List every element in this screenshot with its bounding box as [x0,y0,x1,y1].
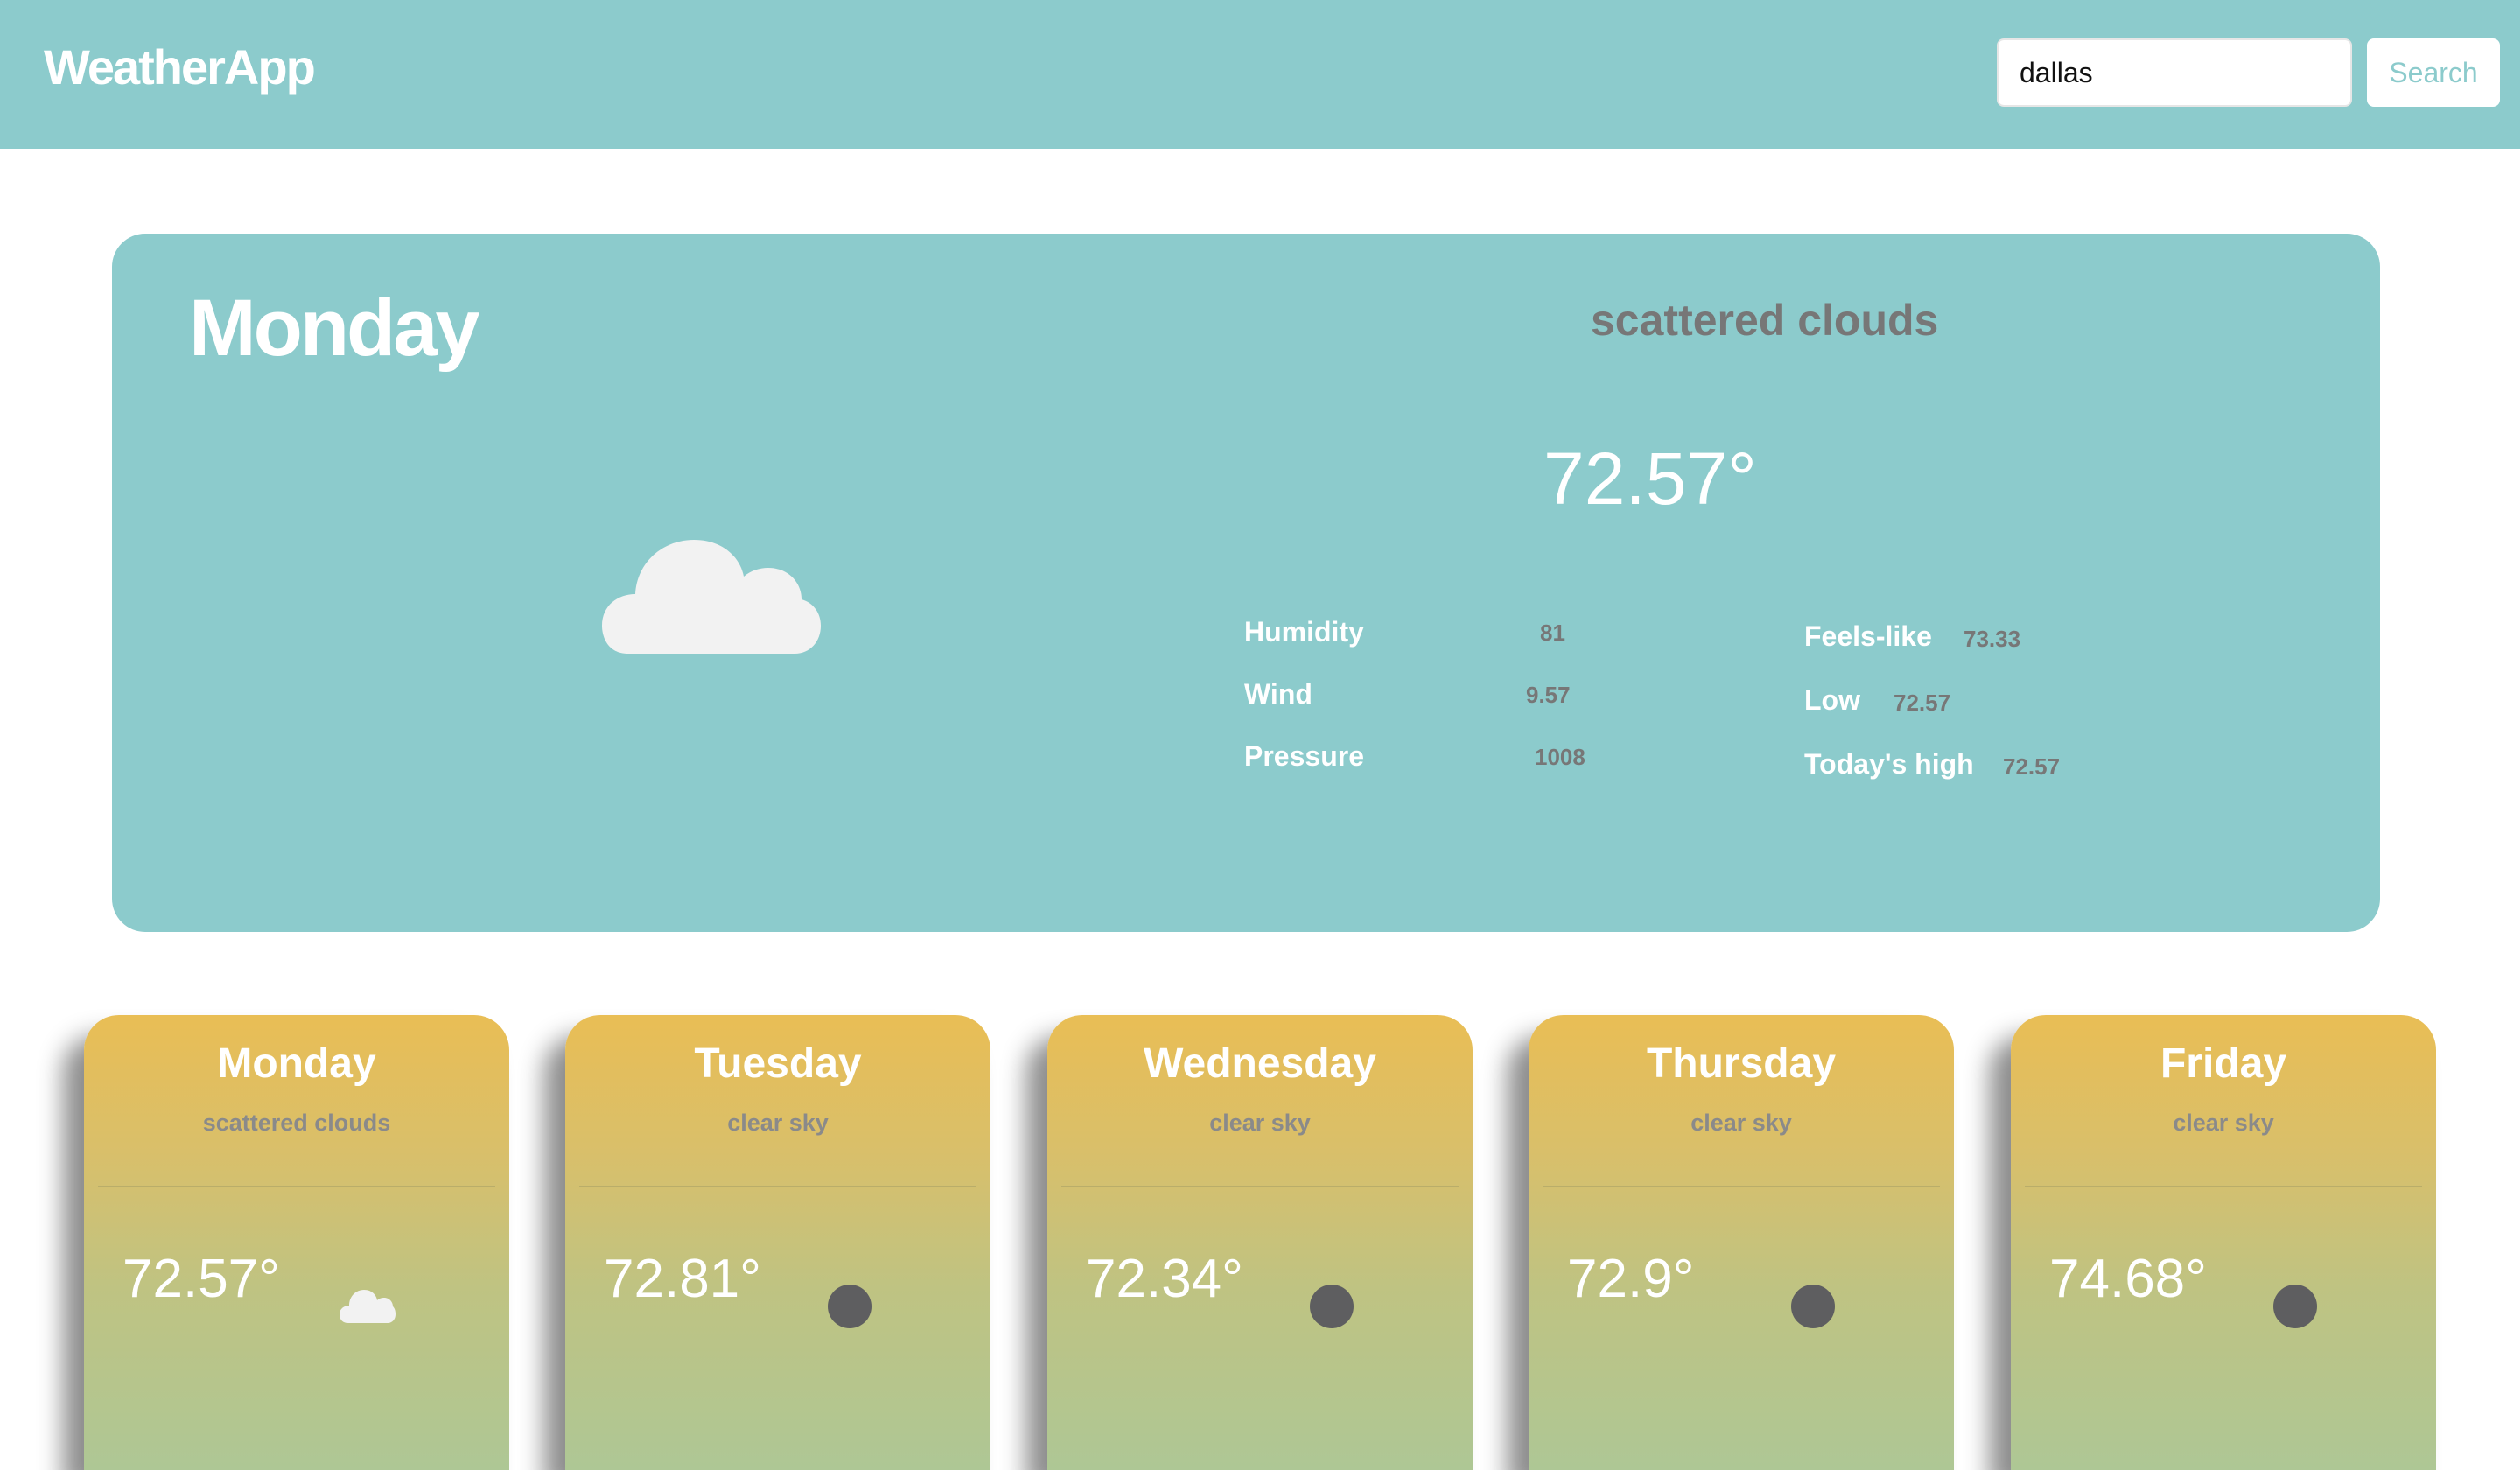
app-header: WeatherApp Search [0,0,2520,149]
forecast-temperature: 74.68° [2049,1249,2207,1309]
current-description: scattered clouds [1591,296,1939,345]
current-weather-card: Monday scattered clouds 72.57° Humidity … [112,234,2380,932]
forecast-description: clear sky [2173,1110,2274,1136]
current-day-title: Monday [189,284,480,373]
forecast-temperature: 72.9° [1567,1249,1695,1309]
humidity-label: Humidity [1244,616,1364,648]
forecast-card[interactable]: Friday clear sky 74.68° [2011,1015,2436,1470]
forecast-description: clear sky [727,1110,829,1136]
low-label: Low [1804,684,1860,716]
forecast-day: Wednesday [1144,1040,1376,1087]
forecast-temperature: 72.81° [604,1249,761,1309]
sun-dot-icon [1791,1284,1835,1328]
todays-high-label: Today's high [1804,748,1974,780]
forecast-temperature: 72.57° [122,1249,280,1309]
forecast-card[interactable]: Tuesday clear sky 72.81° [565,1015,990,1470]
forecast-divider [1061,1186,1459,1187]
forecast-day: Friday [2160,1040,2287,1087]
search-button[interactable]: Search [2367,38,2500,107]
cloud-icon [340,1290,396,1323]
forecast-description: scattered clouds [202,1110,391,1136]
forecast-divider [98,1186,495,1187]
pressure-value: 1008 [1535,744,1586,770]
sun-dot-icon [2273,1284,2317,1328]
feels-like-value: 73.33 [1964,626,2021,652]
pressure-label: Pressure [1244,740,1364,772]
forecast-description: clear sky [1690,1110,1792,1136]
forecast-description: clear sky [1209,1110,1311,1136]
todays-high-value: 72.57 [2003,753,2061,780]
forecast-card[interactable]: Thursday clear sky 72.9° [1529,1015,1954,1470]
forecast-divider [1543,1186,1940,1187]
forecast-temperature: 72.34° [1086,1249,1243,1309]
forecast-card[interactable]: Monday scattered clouds 72.57° [84,1015,509,1470]
forecast-day: Thursday [1646,1040,1837,1087]
forecast-divider [2025,1186,2422,1187]
app-logo[interactable]: WeatherApp [44,38,316,95]
forecast-divider [579,1186,976,1187]
wind-value: 9.57 [1526,682,1571,708]
feels-like-label: Feels-like [1804,620,1932,652]
forecast-day: Tuesday [694,1040,862,1087]
forecast-day: Monday [217,1040,376,1087]
wind-label: Wind [1244,678,1312,710]
low-value: 72.57 [1894,690,1951,716]
city-search-input[interactable] [1997,38,2352,107]
forecast-card[interactable]: Wednesday clear sky 72.34° [1047,1015,1473,1470]
sun-dot-icon [828,1284,872,1328]
humidity-value: 81 [1540,620,1565,646]
current-temperature: 72.57° [1544,438,1757,520]
sun-dot-icon [1310,1284,1354,1328]
cloud-icon [602,540,821,654]
